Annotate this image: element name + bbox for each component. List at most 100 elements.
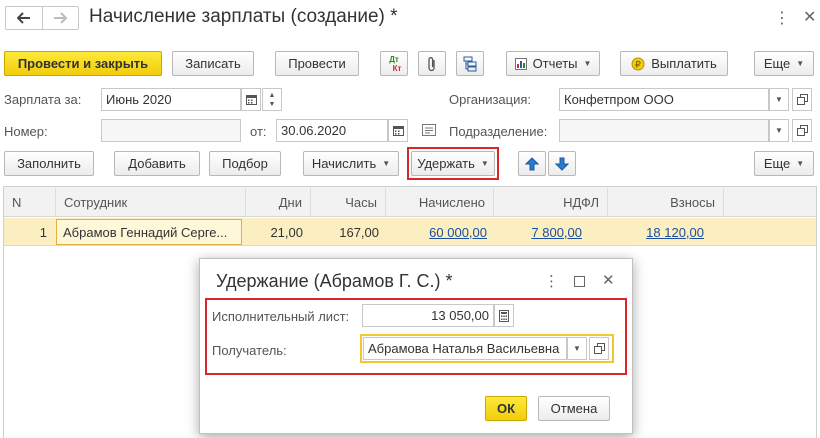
salary-for-label: Зарплата за: [4, 92, 82, 107]
reports-label: Отчеты [532, 56, 578, 71]
structure-button[interactable] [456, 51, 484, 76]
accrue-label: Начислить [311, 156, 377, 171]
chevron-down-icon: ▼ [796, 159, 805, 168]
number-label: Номер: [4, 124, 48, 139]
division-open-button[interactable] [792, 119, 812, 142]
close-icon[interactable]: ✕ [803, 7, 816, 27]
organization-dropdown[interactable]: ▼ [769, 88, 789, 111]
dialog-menu-icon[interactable]: ⋮ [544, 272, 559, 290]
coin-icon: ₽ [631, 57, 645, 70]
date-calendar-button[interactable] [388, 119, 408, 142]
more-label: Еще [763, 56, 791, 71]
salary-month-field[interactable]: Июнь 2020 [101, 88, 241, 111]
arrow-up-icon [525, 156, 539, 170]
move-up-button[interactable] [518, 151, 546, 176]
add-row-button[interactable]: Добавить [114, 151, 200, 176]
col-header-n[interactable]: N [4, 188, 56, 216]
cell-contributions[interactable]: 18 120,00 [608, 218, 704, 246]
pay-label: Выплатить [651, 56, 717, 71]
table-more-label: Еще [763, 156, 791, 171]
pay-button[interactable]: ₽ Выплатить [620, 51, 728, 76]
cell-n: 1 [39, 224, 47, 240]
division-label: Подразделение: [449, 124, 548, 139]
withholding-dialog: Удержание (Абрамов Г. С.) * ⋮ ✕ Исполнит… [199, 258, 633, 434]
calculator-button[interactable] [494, 304, 514, 327]
accrue-button[interactable]: Начислить ▼ [303, 151, 399, 176]
writ-label: Исполнительный лист: [212, 309, 350, 324]
organization-label: Организация: [449, 92, 532, 107]
recipient-field[interactable]: Абрамова Наталья Васильевна [363, 337, 567, 360]
window-title: Начисление зарплаты (создание) * [89, 6, 398, 27]
chevron-down-icon: ▼ [775, 95, 783, 104]
more-button[interactable]: Еще ▼ [754, 51, 814, 76]
maximize-icon[interactable] [574, 276, 585, 287]
paperclip-icon [428, 56, 435, 71]
recipient-dropdown[interactable]: ▼ [567, 337, 587, 360]
cell-days: 21,00 [270, 224, 303, 240]
date-label: от: [250, 124, 267, 139]
open-form-icon [796, 94, 808, 105]
arrow-right-icon [54, 12, 68, 24]
report-icon [514, 57, 527, 70]
cell-ndfl[interactable]: 7 800,00 [494, 218, 582, 246]
chevron-down-icon: ▼ [796, 59, 805, 68]
post-and-close-button[interactable]: Провести и закрыть [4, 51, 162, 76]
number-field[interactable] [101, 119, 241, 142]
recipient-label: Получатель: [212, 343, 287, 358]
spinner-up-icon[interactable]: ▲ [269, 91, 276, 100]
col-header-days[interactable]: Дни [246, 188, 311, 216]
arrow-left-icon [16, 12, 30, 24]
calendar-icon [245, 95, 257, 105]
cell-employee[interactable]: Абрамов Геннадий Серге... [56, 219, 242, 245]
open-form-icon [796, 125, 808, 136]
col-header-accrued[interactable]: Начислено [386, 188, 494, 216]
withhold-button[interactable]: Удержать ▼ [411, 151, 495, 176]
division-dropdown[interactable]: ▼ [769, 119, 789, 142]
comment-icon[interactable] [422, 124, 436, 139]
chevron-down-icon: ▼ [775, 126, 783, 135]
post-button[interactable]: Провести [275, 51, 359, 76]
division-field[interactable] [559, 119, 769, 142]
svg-text:₽: ₽ [635, 60, 641, 70]
col-header-contributions[interactable]: Взносы [608, 188, 724, 216]
table-more-button[interactable]: Еще ▼ [754, 151, 814, 176]
chevron-down-icon: ▼ [480, 159, 489, 168]
chevron-down-icon: ▼ [583, 59, 592, 68]
calendar-icon [392, 126, 404, 136]
col-header-hours[interactable]: Часы [311, 188, 386, 216]
col-header-ndfl[interactable]: НДФЛ [494, 188, 608, 216]
move-down-button[interactable] [548, 151, 576, 176]
col-header-employee[interactable]: Сотрудник [56, 188, 246, 216]
withhold-label: Удержать [417, 156, 475, 171]
dt-kt-icon: Дт Кт [389, 54, 402, 73]
chevron-down-icon: ▼ [573, 344, 581, 353]
reports-button[interactable]: Отчеты ▼ [506, 51, 600, 76]
dt-kt-button[interactable]: Дт Кт [380, 51, 408, 76]
fill-button[interactable]: Заполнить [4, 151, 94, 176]
save-button[interactable]: Записать [172, 51, 254, 76]
hierarchy-icon [463, 56, 477, 71]
recipient-open-button[interactable] [589, 337, 609, 360]
open-form-icon [593, 343, 605, 354]
cancel-button[interactable]: Отмена [538, 396, 610, 421]
calendar-button[interactable] [241, 88, 261, 111]
writ-amount-field[interactable]: 13 050,00 [362, 304, 494, 327]
forward-button[interactable] [43, 7, 79, 29]
calculator-icon [499, 309, 509, 322]
organization-field[interactable]: Конфетпром ООО [559, 88, 769, 111]
window-menu-icon[interactable]: ⋮ [774, 8, 790, 28]
spinner-down-icon[interactable]: ▼ [269, 100, 276, 109]
date-field[interactable]: 30.06.2020 [276, 119, 388, 142]
attach-button[interactable] [418, 51, 446, 76]
arrow-down-icon [555, 157, 569, 171]
select-button[interactable]: Подбор [209, 151, 281, 176]
month-spinner[interactable]: ▲ ▼ [262, 88, 282, 111]
ok-button[interactable]: ОК [485, 396, 527, 421]
dialog-close-icon[interactable]: ✕ [602, 271, 615, 289]
cell-accrued[interactable]: 60 000,00 [386, 218, 487, 246]
back-button[interactable] [6, 7, 43, 29]
dialog-title: Удержание (Абрамов Г. С.) * [216, 271, 453, 291]
chevron-down-icon: ▼ [382, 159, 391, 168]
cell-hours: 167,00 [339, 224, 379, 240]
organization-open-button[interactable] [792, 88, 812, 111]
